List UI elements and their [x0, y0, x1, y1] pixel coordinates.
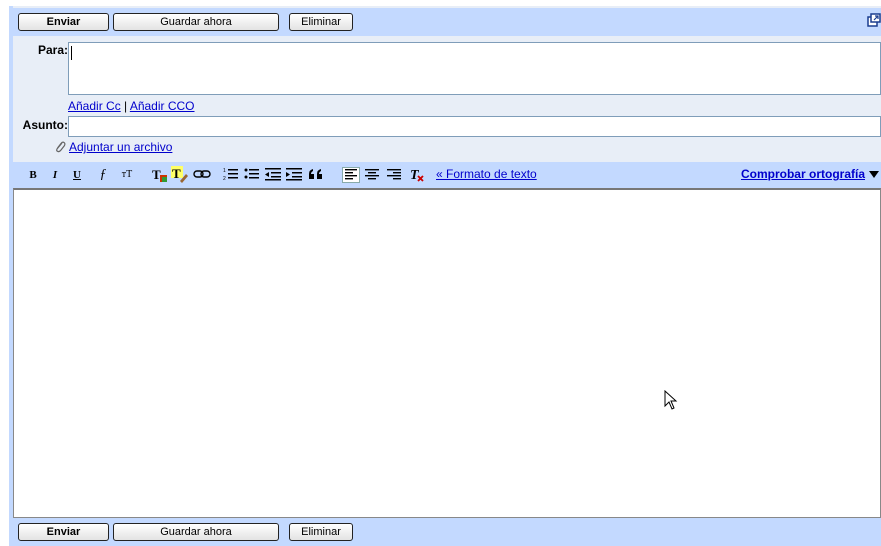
text-caret [71, 46, 72, 60]
popout-window-icon[interactable] [867, 13, 881, 27]
subject-input[interactable] [68, 116, 881, 137]
align-left-icon [345, 169, 357, 180]
formatting-toolbar: B I U ƒ тT T T 1 2 T « Formato de texto … [13, 162, 881, 188]
send-button-bottom[interactable]: Enviar [18, 523, 109, 541]
bulleted-list-icon[interactable] [244, 167, 260, 181]
italic-button[interactable]: I [49, 167, 61, 183]
svg-text:2: 2 [223, 176, 226, 181]
svg-text:T: T [152, 167, 161, 182]
underline-button[interactable]: U [71, 167, 83, 183]
numbered-list-icon[interactable]: 1 2 [223, 167, 239, 181]
compose-panel: Enviar Guardar ahora Eliminar Para: Añad… [9, 6, 881, 546]
attach-file: Adjuntar un archivo [53, 140, 172, 154]
plain-text-link[interactable]: « Formato de texto [436, 167, 537, 181]
dropdown-arrow-icon[interactable] [869, 170, 879, 178]
add-cc-link[interactable]: Añadir Cc [68, 99, 121, 113]
bottom-button-bar: Enviar Guardar ahora Eliminar [13, 518, 881, 546]
attach-file-link[interactable]: Adjuntar un archivo [69, 140, 172, 154]
paperclip-icon [56, 141, 66, 153]
mouse-pointer-icon [664, 390, 678, 410]
add-bcc-link[interactable]: Añadir CCO [130, 99, 195, 113]
font-size-button[interactable]: тT [114, 167, 140, 183]
save-now-button[interactable]: Guardar ahora [113, 13, 279, 31]
increase-indent-icon[interactable] [286, 167, 302, 181]
link-icon[interactable] [193, 168, 211, 180]
decrease-indent-icon[interactable] [265, 167, 281, 181]
subject-label: Asunto: [22, 118, 68, 132]
top-button-bar: Enviar Guardar ahora Eliminar [13, 8, 881, 36]
to-label: Para: [37, 43, 68, 57]
spellcheck-link[interactable]: Comprobar ortografía [741, 167, 865, 181]
highlight-color-icon[interactable]: T [171, 166, 189, 184]
delete-button-bottom[interactable]: Eliminar [289, 523, 353, 541]
send-button[interactable]: Enviar [18, 13, 109, 31]
align-left-button[interactable] [342, 167, 360, 183]
message-body-editor[interactable] [13, 188, 881, 518]
cc-links: Añadir Cc | Añadir CCO [68, 99, 195, 113]
remove-formatting-icon[interactable]: T [409, 166, 425, 182]
align-right-icon[interactable] [386, 168, 402, 181]
save-now-button-bottom[interactable]: Guardar ahora [113, 523, 279, 541]
spellcheck-menu[interactable]: Comprobar ortografía [741, 167, 879, 181]
text-color-icon[interactable]: T [151, 166, 169, 184]
bold-button[interactable]: B [27, 167, 39, 183]
svg-text:T: T [172, 166, 181, 181]
quote-icon[interactable] [308, 167, 324, 181]
to-input[interactable] [68, 42, 881, 95]
font-button[interactable]: ƒ [95, 167, 111, 183]
cc-separator: | [124, 99, 128, 113]
align-center-icon[interactable] [364, 168, 380, 181]
svg-text:1: 1 [223, 168, 226, 174]
delete-button[interactable]: Eliminar [289, 13, 353, 31]
